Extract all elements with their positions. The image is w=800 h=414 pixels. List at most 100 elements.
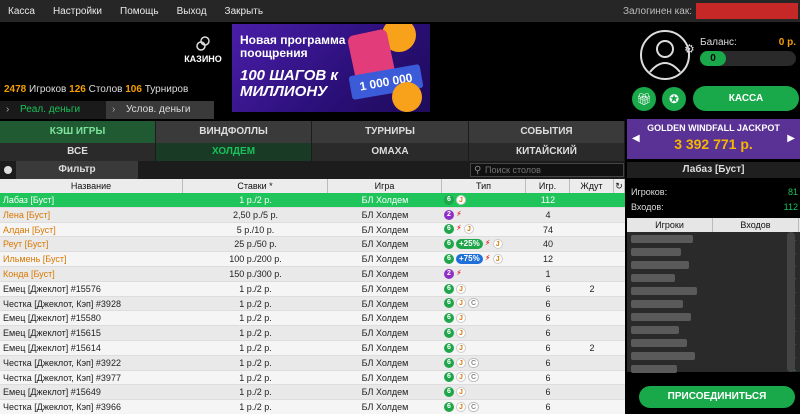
tab-label: Реал. деньги bbox=[20, 104, 81, 115]
username-redacted bbox=[696, 3, 798, 19]
row-game: БЛ Холдем bbox=[361, 328, 409, 339]
banner-headline: Новая программа поощрения bbox=[240, 33, 346, 60]
filter-dot-icon[interactable] bbox=[4, 166, 12, 174]
menu-help[interactable]: Помощь bbox=[120, 6, 159, 17]
row-game: БЛ Холдем bbox=[361, 195, 409, 205]
tab-events[interactable]: СОБЫТИЯ bbox=[469, 121, 625, 143]
bonus-75-badge: +75% bbox=[456, 254, 483, 265]
join-button[interactable]: ПРИСОЕДИНИТЬСЯ bbox=[639, 386, 795, 408]
list-item[interactable]: 1 bbox=[627, 362, 800, 375]
row-game: БЛ Холдем bbox=[361, 298, 409, 309]
table-row[interactable]: Реут [Буст] 25 р./50 р. БЛ Холдем 6 +25% ⚡… bbox=[0, 237, 625, 253]
row-stakes: 1 р./2 р. bbox=[239, 357, 272, 368]
promo-banner[interactable]: 1 000 000 Новая программа поощрения 100 … bbox=[232, 24, 430, 112]
row-waiting bbox=[570, 356, 614, 370]
list-item[interactable]: 1 bbox=[627, 245, 800, 258]
table-row[interactable]: Ильмень [Буст] 100 р./200 р. БЛ Холдем 6… bbox=[0, 252, 625, 267]
col-entries[interactable]: Входов bbox=[713, 218, 799, 232]
menu-exit[interactable]: Выход bbox=[177, 6, 207, 17]
list-item[interactable]: 4 bbox=[627, 271, 800, 284]
chevron-right-icon: › bbox=[112, 104, 116, 115]
table-row[interactable]: Емец [Джеклот] #15615 1 р./2 р. БЛ Холде… bbox=[0, 326, 625, 341]
menu-close[interactable]: Закрыть bbox=[225, 6, 264, 17]
redacted-name bbox=[631, 325, 679, 334]
list-item[interactable]: 1 bbox=[627, 232, 800, 245]
tab-windfalls[interactable]: ВИНДФОЛЛЫ bbox=[156, 121, 312, 143]
search-input[interactable] bbox=[485, 164, 623, 176]
col-game[interactable]: Игра bbox=[328, 179, 442, 193]
col-players[interactable]: Игр. bbox=[526, 179, 570, 193]
list-item[interactable]: 1 bbox=[627, 297, 800, 310]
list-item[interactable]: 1 bbox=[627, 258, 800, 271]
tab-cash-games[interactable]: КЭШ ИГРЫ bbox=[0, 121, 156, 143]
refresh-icon[interactable]: ↻ bbox=[614, 179, 625, 193]
table-row[interactable]: Честка [Джеклот, Кэп] #3928 1 р./2 р. БЛ… bbox=[0, 296, 625, 312]
row-type: 6 +25% ⚡︎ J bbox=[442, 237, 526, 251]
tab-holdem[interactable]: ХОЛДЕМ bbox=[156, 143, 312, 161]
col-players[interactable]: Игроки bbox=[627, 218, 713, 232]
table-row[interactable]: Честка [Джеклот, Кэп] #3966 1 р./2 р. БЛ… bbox=[0, 400, 625, 414]
table-row[interactable]: Емец [Джеклот] #15614 1 р./2 р. БЛ Холде… bbox=[0, 340, 625, 356]
table-row[interactable]: Емец [Джеклот] #15580 1 р./2 р. БЛ Холде… bbox=[0, 311, 625, 327]
table-row[interactable]: Алдан [Буст] 5 р./10 р. БЛ Холдем 6 ⚡︎ J 7… bbox=[0, 222, 625, 238]
tab-tournaments[interactable]: ТУРНИРЫ bbox=[312, 121, 469, 143]
menu-settings[interactable]: Настройки bbox=[53, 6, 102, 17]
table-row[interactable]: Честка [Джеклот, Кэп] #3977 1 р./2 р. БЛ… bbox=[0, 370, 625, 386]
gift-button[interactable]: 🎁︎ bbox=[632, 87, 656, 111]
col-name[interactable]: Название bbox=[0, 179, 183, 193]
tab-all[interactable]: ВСЕ bbox=[0, 143, 156, 161]
col-type[interactable]: Тип bbox=[442, 179, 526, 193]
tables-label: Столов bbox=[88, 84, 123, 95]
menu-cashier[interactable]: Касса bbox=[8, 6, 35, 17]
table-row[interactable]: Емец [Джеклот] #15576 1 р./2 р. БЛ Холде… bbox=[0, 281, 625, 297]
user-icon bbox=[649, 40, 681, 73]
table-row[interactable]: Лабаз [Буст] 1 р./2 р. БЛ Холдем 6J 112 bbox=[0, 193, 625, 208]
row-type: 6J bbox=[442, 341, 526, 355]
table-row[interactable]: Конда [Буст] 150 р./300 р. БЛ Холдем 2 ⚡︎… bbox=[0, 266, 625, 282]
row-players: 6 bbox=[545, 387, 551, 398]
entries-value: 112 bbox=[783, 202, 798, 212]
gear-icon[interactable]: ⚙ bbox=[684, 42, 695, 56]
row-stakes: 1 р./2 р. bbox=[239, 195, 272, 205]
cashier-button[interactable]: КАССА bbox=[693, 86, 799, 111]
tab-chinese[interactable]: КИТАЙСКИЙ bbox=[469, 143, 625, 161]
jackpot-icon: J bbox=[456, 342, 466, 353]
two-max-icon: 2 bbox=[444, 268, 454, 279]
table-row[interactable]: Емец [Джеклот] #15649 1 р./2 р. БЛ Холде… bbox=[0, 385, 625, 401]
row-players: 74 bbox=[542, 224, 553, 235]
row-waiting bbox=[570, 223, 614, 237]
row-stakes: 1 р./2 р. bbox=[239, 387, 272, 398]
tables-count: 126 bbox=[69, 84, 86, 95]
col-stakes[interactable]: Ставки * bbox=[183, 179, 328, 193]
status-button[interactable]: ✪ bbox=[662, 87, 686, 111]
row-type: 6J bbox=[442, 282, 526, 296]
players-scrollbar[interactable] bbox=[787, 232, 795, 372]
list-item[interactable]: 1 bbox=[627, 349, 800, 362]
row-type: 6J bbox=[442, 385, 526, 399]
casino-link[interactable]: КАЗИНО bbox=[183, 36, 223, 64]
table-row[interactable]: Лена [Буст] 2,50 р./5 р. БЛ Холдем 2 ⚡︎ 4 bbox=[0, 207, 625, 223]
avatar[interactable] bbox=[640, 30, 690, 80]
row-game: БЛ Холдем bbox=[361, 357, 409, 368]
row-name: Алдан [Буст] bbox=[3, 224, 56, 235]
row-name: Честка [Джеклот, Кэп] #3928 bbox=[3, 298, 121, 309]
list-item[interactable]: 1 bbox=[627, 310, 800, 323]
chip-value: 0 bbox=[700, 51, 726, 66]
tab-play-money[interactable]: › Услов. деньги bbox=[106, 101, 214, 119]
list-item[interactable]: 1 bbox=[627, 336, 800, 349]
filter-button[interactable]: Фильтр bbox=[16, 161, 138, 179]
row-type: 6J bbox=[442, 326, 526, 340]
menu-bar: Касса Настройки Помощь Выход Закрыть Зал… bbox=[0, 0, 800, 22]
row-name: Лена [Буст] bbox=[3, 209, 51, 220]
list-item[interactable]: 1 bbox=[627, 284, 800, 297]
tab-omaha[interactable]: ОМАХА bbox=[312, 143, 469, 161]
search-box[interactable]: ⚲ bbox=[470, 163, 624, 177]
jackpot-icon: J bbox=[456, 313, 466, 324]
row-players: 40 bbox=[542, 239, 553, 250]
tab-real-money[interactable]: › Реал. деньги bbox=[0, 101, 106, 119]
row-type: 6JC bbox=[442, 400, 526, 414]
table-row[interactable]: Честка [Джеклот, Кэп] #3922 1 р./2 р. БЛ… bbox=[0, 355, 625, 371]
six-max-icon: 6 bbox=[444, 402, 454, 413]
col-waiting[interactable]: Ждут bbox=[570, 179, 614, 193]
list-item[interactable]: 1 bbox=[627, 323, 800, 336]
